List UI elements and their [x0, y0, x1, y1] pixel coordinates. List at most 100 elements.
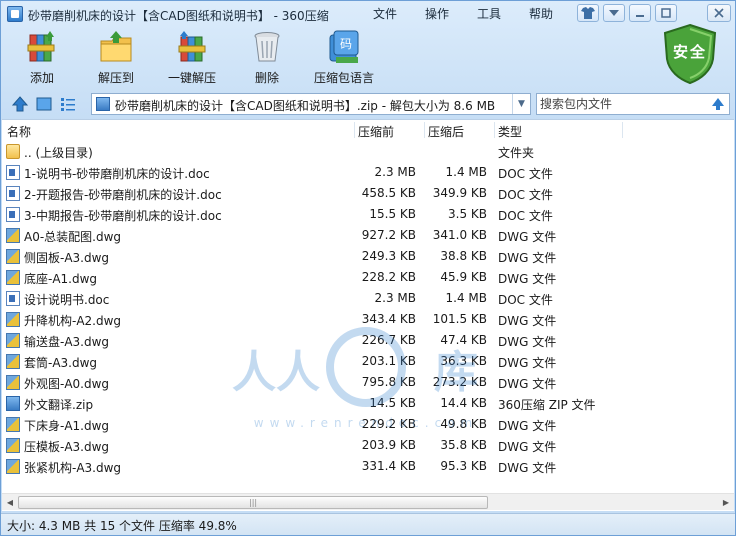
add-button-label: 添加	[29, 71, 54, 85]
maximize-icon[interactable]	[655, 4, 677, 22]
file-name: 压模板-A3.dwg	[24, 440, 110, 454]
file-row[interactable]: 3-中期报告-砂带磨削机床的设计.doc 15.5 KB 3.5 KB DOC 文件	[2, 204, 734, 225]
column-divider[interactable]	[354, 122, 355, 138]
add-button[interactable]: 添加	[7, 29, 77, 86]
svg-text:码: 码	[340, 37, 352, 51]
file-row[interactable]: 设计说明书.doc 2.3 MB 1.4 MB DOC 文件	[2, 288, 734, 309]
search-icon[interactable]	[709, 95, 727, 113]
file-name: 3-中期报告-砂带磨削机床的设计.doc	[24, 209, 222, 223]
security-shield-icon[interactable]: 安全	[661, 23, 719, 85]
file-size-before: 795.8 KB	[361, 375, 416, 389]
dwg-file-icon	[6, 228, 20, 243]
horizontal-scrollbar[interactable]: ◀ ||| ▶	[2, 493, 734, 510]
delete-button[interactable]: 删除	[232, 29, 302, 86]
file-row[interactable]: 升降机构-A2.dwg 343.4 KB 101.5 KB DWG 文件	[2, 309, 734, 330]
file-name: A0-总装配图.dwg	[24, 230, 122, 244]
doc-file-icon	[6, 186, 20, 201]
scroll-right-icon[interactable]: ▶	[719, 496, 733, 509]
file-name: 套筒-A3.dwg	[24, 356, 98, 370]
scroll-left-icon[interactable]: ◀	[3, 496, 17, 509]
file-size-after: 45.9 KB	[440, 270, 487, 284]
file-type: DWG 文件	[498, 377, 557, 391]
file-name: 外文翻译.zip	[24, 398, 94, 412]
window-title: 砂带磨削机床的设计【含CAD图纸和说明书】 - 360压缩	[28, 9, 329, 23]
file-row[interactable]: 张紧机构-A3.dwg 331.4 KB 95.3 KB DWG 文件	[2, 456, 734, 477]
column-name[interactable]: 名称	[7, 123, 31, 140]
file-row[interactable]: 2-开题报告-砂带磨削机床的设计.doc 458.5 KB 349.9 KB DOC …	[2, 183, 734, 204]
minimize-icon[interactable]	[629, 4, 651, 22]
dwg-file-icon	[6, 459, 20, 474]
file-row[interactable]: 底座-A1.dwg 228.2 KB 45.9 KB DWG 文件	[2, 267, 734, 288]
large-icon-view-icon[interactable]	[35, 95, 53, 113]
file-size-before: 14.5 KB	[369, 396, 416, 410]
file-type: DOC 文件	[498, 209, 553, 223]
app-logo-icon	[7, 6, 23, 22]
file-size-before: 927.2 KB	[361, 228, 416, 242]
file-row[interactable]: 压模板-A3.dwg 203.9 KB 35.8 KB DWG 文件	[2, 435, 734, 456]
file-name: 2-开题报告-砂带磨削机床的设计.doc	[24, 188, 222, 202]
file-size-before: 249.3 KB	[361, 249, 416, 263]
file-type: DOC 文件	[498, 293, 553, 307]
list-view-icon[interactable]	[59, 95, 77, 113]
dwg-file-icon	[6, 438, 20, 453]
file-name: 张紧机构-A3.dwg	[24, 461, 122, 475]
parent-directory-row[interactable]: .. (上级目录) 文件夹	[2, 141, 734, 162]
skin-shirt-icon[interactable]	[577, 4, 599, 22]
column-divider[interactable]	[494, 122, 495, 138]
one-click-extract-icon	[174, 29, 210, 65]
file-row[interactable]: A0-总装配图.dwg 927.2 KB 341.0 KB DWG 文件	[2, 225, 734, 246]
close-icon[interactable]	[707, 4, 731, 22]
file-type: DWG 文件	[498, 230, 557, 244]
zip-file-icon	[6, 396, 20, 411]
column-type[interactable]: 类型	[498, 123, 522, 140]
file-row[interactable]: 输送盘-A3.dwg 226.7 KB 47.4 KB DWG 文件	[2, 330, 734, 351]
file-row[interactable]: 1-说明书-砂带磨削机床的设计.doc 2.3 MB 1.4 MB DOC 文件	[2, 162, 734, 183]
file-row[interactable]: 下床身-A1.dwg 229.2 KB 49.8 KB DWG 文件	[2, 414, 734, 435]
extract-to-folder-icon	[98, 29, 134, 65]
dwg-file-icon	[6, 375, 20, 390]
menu-file[interactable]: 文件	[373, 5, 397, 22]
trash-can-icon	[249, 29, 285, 65]
file-row[interactable]: 外观图-A0.dwg 795.8 KB 273.2 KB DWG 文件	[2, 372, 734, 393]
file-row[interactable]: 外文翻译.zip 14.5 KB 14.4 KB 360压缩 ZIP 文件	[2, 393, 734, 414]
file-size-after: 273.2 KB	[432, 375, 487, 389]
file-type: DWG 文件	[498, 356, 557, 370]
path-field[interactable]: 砂带磨削机床的设计【含CAD图纸和说明书】.zip - 解包大小为 8.6 MB…	[91, 93, 531, 115]
file-size-before: 343.4 KB	[361, 312, 416, 326]
menu-tools[interactable]: 工具	[477, 5, 501, 22]
doc-file-icon	[6, 207, 20, 222]
file-size-before: 203.9 KB	[361, 438, 416, 452]
up-level-icon[interactable]	[11, 95, 29, 113]
extract-to-button[interactable]: 解压到	[81, 29, 151, 86]
file-size-before: 226.7 KB	[361, 333, 416, 347]
column-original[interactable]: 压缩后	[428, 123, 464, 140]
doc-file-icon	[6, 165, 20, 180]
file-size-after: 35.8 KB	[440, 438, 487, 452]
dwg-file-icon	[6, 333, 20, 348]
dropdown-menu-icon[interactable]	[603, 4, 625, 22]
file-name: 设计说明书.doc	[24, 293, 110, 307]
file-type: DWG 文件	[498, 251, 557, 265]
path-dropdown-icon[interactable]: ▼	[512, 94, 530, 114]
menu-operation[interactable]: 操作	[425, 5, 449, 22]
archive-language-button[interactable]: 码 压缩包语言	[306, 29, 382, 86]
archive-language-icon: 码	[326, 29, 362, 65]
dwg-file-icon	[6, 417, 20, 432]
file-type: DWG 文件	[498, 314, 557, 328]
file-row[interactable]: 套筒-A3.dwg 203.1 KB 36.3 KB DWG 文件	[2, 351, 734, 372]
file-type: 360压缩 ZIP 文件	[498, 398, 596, 412]
file-size-after: 341.0 KB	[432, 228, 487, 242]
menu-help[interactable]: 帮助	[529, 5, 553, 22]
security-badge-text: 安全	[672, 43, 707, 61]
scroll-thumb[interactable]: |||	[18, 496, 488, 509]
file-name: 输送盘-A3.dwg	[24, 335, 110, 349]
search-input[interactable]	[540, 96, 700, 112]
title-bar[interactable]: 砂带磨削机床的设计【含CAD图纸和说明书】 - 360压缩 文件 操作 工具 帮…	[1, 1, 735, 27]
status-text: 大小: 4.3 MB 共 15 个文件 压缩率 49.8%	[7, 519, 237, 533]
file-row[interactable]: 侧固板-A3.dwg 249.3 KB 38.8 KB DWG 文件	[2, 246, 734, 267]
column-compressed[interactable]: 压缩前	[358, 123, 394, 140]
file-size-before: 2.3 MB	[374, 291, 416, 305]
one-click-extract-button[interactable]: 一键解压	[157, 29, 227, 86]
column-divider[interactable]	[622, 122, 623, 138]
column-divider[interactable]	[424, 122, 425, 138]
